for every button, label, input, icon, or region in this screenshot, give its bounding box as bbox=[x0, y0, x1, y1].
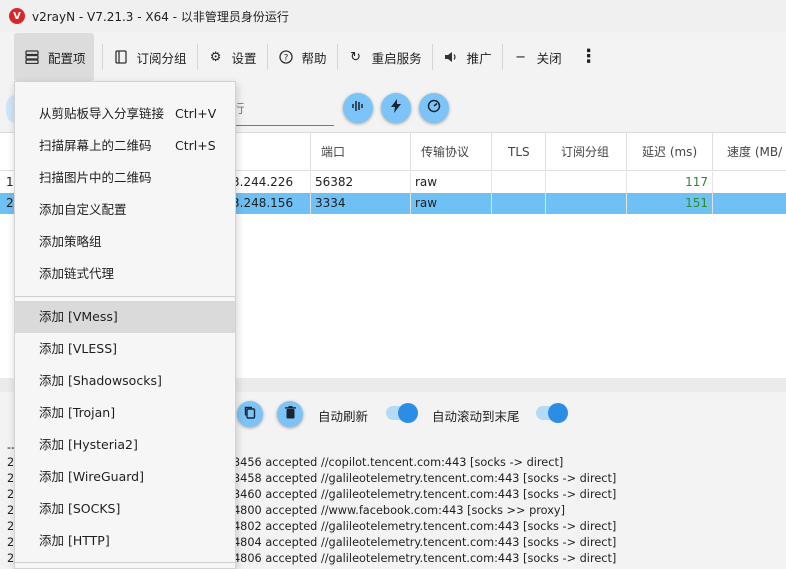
config-items-label: 配置项 bbox=[48, 50, 86, 66]
shortcut-label: Ctrl+V bbox=[175, 106, 217, 121]
row-latency: 117 bbox=[626, 172, 712, 193]
column-header-tls[interactable]: TLS bbox=[491, 133, 545, 171]
title-bar: V v2rayN - V7.21.3 - X64 - 以非管理员身份运行 bbox=[0, 0, 786, 32]
row-port: 3334 bbox=[310, 193, 410, 214]
row-speed bbox=[712, 193, 786, 214]
trash-icon bbox=[284, 406, 296, 422]
copy-log-button[interactable] bbox=[237, 401, 263, 427]
latency-test-button[interactable] bbox=[419, 93, 449, 123]
menu-divider bbox=[15, 296, 235, 297]
window-title: v2rayN - V7.21.3 - X64 - 以非管理员身份运行 bbox=[32, 9, 289, 24]
menu-item-add-custom-config[interactable]: 添加自定义配置 bbox=[15, 194, 235, 226]
row-tls bbox=[491, 172, 545, 193]
column-header-transport[interactable]: 传输协议 bbox=[410, 133, 491, 171]
row-speed bbox=[712, 172, 786, 193]
subscription-group-button[interactable]: 订阅分组 bbox=[103, 33, 197, 81]
row-index: 1 bbox=[6, 175, 14, 189]
subscription-group-label: 订阅分组 bbox=[136, 50, 187, 66]
promotion-button[interactable]: 推广 bbox=[433, 33, 502, 81]
help-label: 帮助 bbox=[301, 50, 327, 66]
config-items-menu: 从剪贴板导入分享链接 Ctrl+V 扫描屏幕上的二维码 Ctrl+S 扫描图片中的二… bbox=[14, 81, 236, 569]
restart-service-button[interactable]: ↻ 重启服务 bbox=[338, 33, 432, 81]
settings-button[interactable]: ⚙ 设置 bbox=[198, 33, 267, 81]
menu-item-add-shadowsocks[interactable]: 添加 [Shadowsocks] bbox=[15, 365, 235, 397]
copy-icon bbox=[244, 406, 256, 422]
menu-item-scan-image-qr[interactable]: 扫描图片中的二维码 bbox=[15, 162, 235, 194]
menu-divider bbox=[15, 562, 235, 563]
column-header-speed[interactable]: 速度 (MB/ bbox=[712, 133, 786, 171]
speaker-icon bbox=[443, 49, 459, 65]
menu-item-add-socks[interactable]: 添加 [SOCKS] bbox=[15, 493, 235, 525]
row-subscription bbox=[545, 172, 626, 193]
main-toolbar: 配置项 订阅分组 ⚙ 设置 ? 帮助 ↻ 重启服务 推广 − 关闭 ⋮ bbox=[0, 32, 786, 82]
column-header-subscription[interactable]: 订阅分组 bbox=[545, 133, 626, 171]
row-latency: 151 bbox=[626, 193, 712, 214]
gear-icon: ⚙ bbox=[209, 49, 222, 65]
menu-item-import-clipboard[interactable]: 从剪贴板导入分享链接 Ctrl+V bbox=[15, 98, 235, 130]
menu-item-scan-screen-qr[interactable]: 扫描屏幕上的二维码 Ctrl+S bbox=[15, 130, 235, 162]
refresh-icon: ↻ bbox=[350, 49, 362, 65]
svg-text:?: ? bbox=[283, 54, 288, 64]
menu-item-add-vmess[interactable]: 添加 [VMess] bbox=[15, 301, 235, 333]
toggle-knob bbox=[548, 403, 568, 423]
row-address: 3.244.226 bbox=[232, 175, 294, 189]
auto-scroll-toggle[interactable] bbox=[536, 403, 568, 423]
minus-icon: − bbox=[515, 49, 527, 65]
menu-item-add-trojan[interactable]: 添加 [Trojan] bbox=[15, 397, 235, 429]
menu-item-add-hysteria2[interactable]: 添加 [Hysteria2] bbox=[15, 429, 235, 461]
row-subscription bbox=[545, 193, 626, 214]
server-filter-input[interactable]: 行 bbox=[226, 94, 334, 126]
help-button[interactable]: ? 帮助 bbox=[268, 33, 337, 81]
row-transport: raw bbox=[410, 172, 491, 193]
waveform-icon bbox=[351, 99, 365, 117]
row-address: 3.248.156 bbox=[232, 196, 294, 210]
help-icon: ? bbox=[278, 49, 294, 65]
menu-item-add-wireguard[interactable]: 添加 [WireGuard] bbox=[15, 461, 235, 493]
server-stack-icon bbox=[24, 49, 40, 65]
speedometer-icon bbox=[427, 99, 441, 117]
menu-item-add-policy-group[interactable]: 添加策略组 bbox=[15, 226, 235, 258]
column-header-port[interactable]: 端口 bbox=[310, 133, 410, 171]
book-icon bbox=[113, 49, 129, 65]
row-index: 2 bbox=[6, 196, 14, 210]
lightning-icon bbox=[390, 99, 402, 117]
auto-scroll-label: 自动滚动到末尾 bbox=[432, 409, 520, 424]
row-port: 56382 bbox=[310, 172, 410, 193]
menu-item-add-vless[interactable]: 添加 [VLESS] bbox=[15, 333, 235, 365]
speed-test-button[interactable] bbox=[343, 93, 373, 123]
promotion-label: 推广 bbox=[466, 50, 492, 66]
settings-label: 设置 bbox=[231, 50, 257, 66]
shortcut-label: Ctrl+S bbox=[175, 138, 216, 153]
row-tls bbox=[491, 193, 545, 214]
restart-service-label: 重启服务 bbox=[371, 50, 422, 66]
row-transport: raw bbox=[410, 193, 491, 214]
v2rayn-logo-icon: V bbox=[9, 8, 25, 24]
auto-refresh-label: 自动刷新 bbox=[318, 409, 369, 424]
close-button[interactable]: − 关闭 bbox=[503, 33, 572, 81]
more-options-icon[interactable]: ⋮ bbox=[580, 48, 598, 66]
auto-refresh-toggle[interactable] bbox=[386, 403, 418, 423]
close-label: 关闭 bbox=[536, 50, 562, 66]
column-header-latency[interactable]: 延迟 (ms) bbox=[626, 133, 712, 171]
menu-item-add-chain-proxy[interactable]: 添加链式代理 bbox=[15, 258, 235, 290]
menu-item-add-http[interactable]: 添加 [HTTP] bbox=[15, 525, 235, 557]
clear-log-button[interactable] bbox=[277, 401, 303, 427]
toggle-knob bbox=[398, 403, 418, 423]
quick-test-button[interactable] bbox=[381, 93, 411, 123]
config-items-button[interactable]: 配置项 bbox=[14, 33, 94, 81]
